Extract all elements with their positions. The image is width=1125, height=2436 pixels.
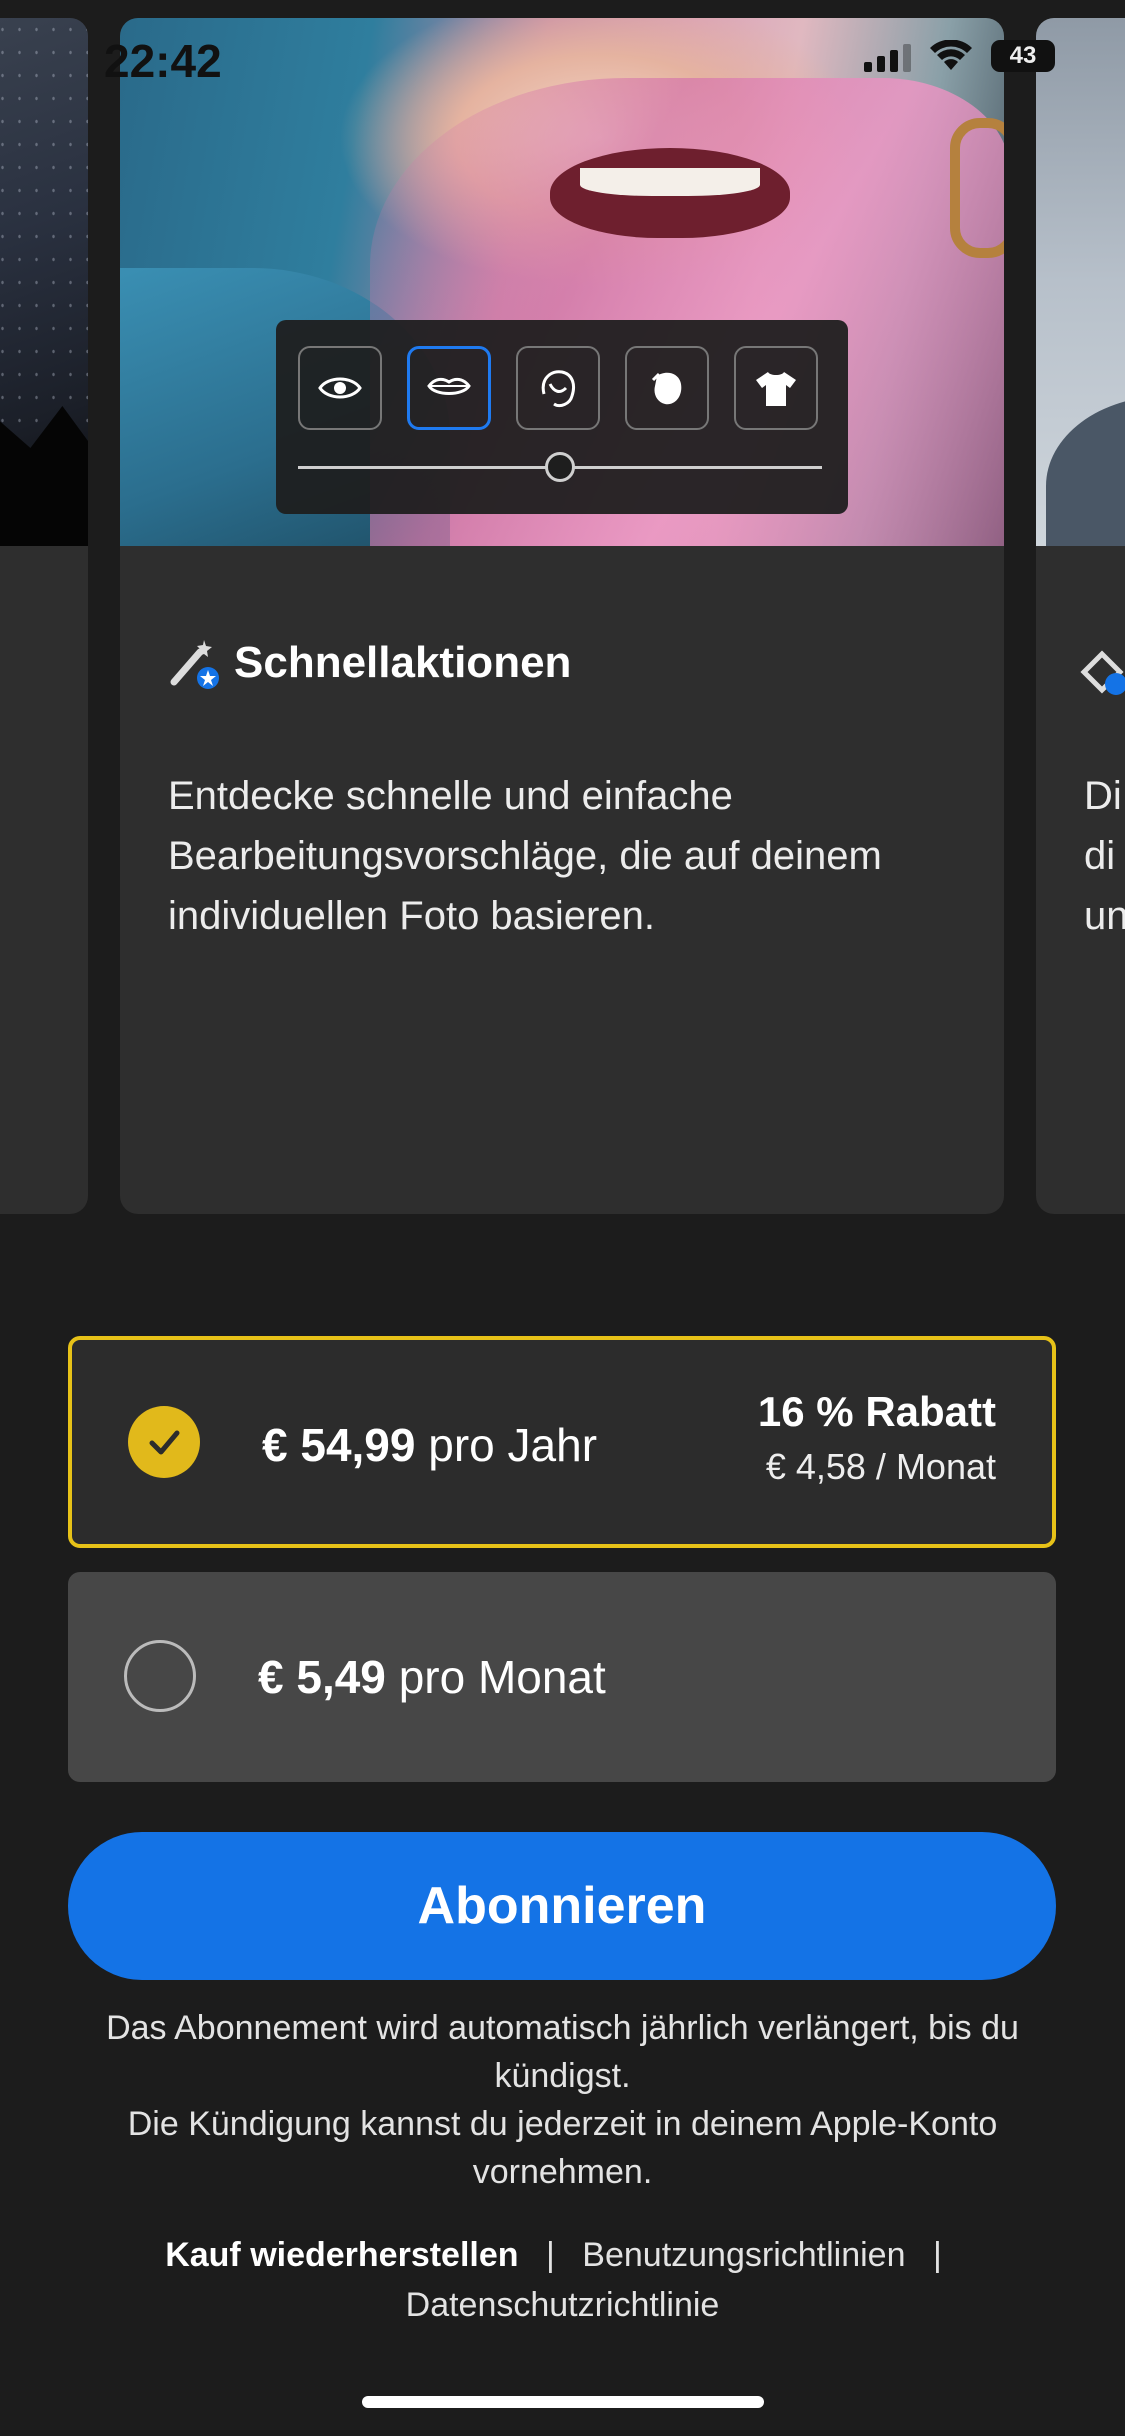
wifi-icon [930,40,972,70]
plan-option-monthly[interactable]: € 5,49 pro Monat [68,1572,1056,1782]
subscribe-button[interactable]: Abonnieren [68,1832,1056,1980]
feature-description: Entdecke schnelle und einfache Bearbeitu… [168,774,882,938]
eraser-icon [1080,650,1125,695]
yearly-price-amount: € 54,99 [262,1419,416,1471]
terms-link[interactable]: Benutzungsrichtlinien [582,2236,905,2274]
link-separator: | [932,2236,942,2274]
feature-description-peek: Di di un [1084,774,1125,938]
feature-title-text: Schnellaktionen [234,638,572,687]
battery-icon: 43 [991,40,1055,72]
status-icons: 43 [864,40,1055,72]
status-time: 22:42 [104,35,222,87]
discount-badge: 16 % Rabatt [757,1388,996,1435]
tool-face[interactable] [625,346,709,430]
cellular-signal-icon [864,40,911,72]
shirt-icon [756,372,796,406]
lips-icon [427,377,471,395]
monthly-equivalent: € 4,58 / Monat [765,1446,996,1487]
tool-hair[interactable] [516,346,600,430]
home-indicator[interactable] [362,2396,764,2408]
plan-option-yearly[interactable]: € 54,99 pro Jahr 16 % Rabatt € 4,58 / Mo… [68,1336,1056,1548]
magic-wand-icon [170,640,219,689]
face-icon [651,372,682,405]
monthly-price-amount: € 5,49 [258,1651,386,1703]
monthly-price-period: pro Monat [398,1651,606,1703]
intensity-slider-track[interactable] [298,452,822,482]
monthly-price: € 5,49 pro Monat [258,1650,606,1704]
link-separator: | [546,2236,555,2274]
checkmark-icon [149,1430,180,1455]
tool-clothing[interactable] [734,346,818,430]
yearly-discount: 16 % Rabatt € 4,58 / Monat [758,1388,996,1488]
tool-lips[interactable] [407,346,491,430]
status-bar: 22:42 43 [0,0,1125,120]
yearly-price-period: pro Jahr [428,1419,598,1471]
radio-unchecked[interactable] [124,1640,196,1712]
footer-links: Kauf wiederherstellen | Benutzungsrichtl… [80,2230,1045,2330]
restore-purchase-link[interactable]: Kauf wiederherstellen [165,2236,518,2274]
eye-icon [318,377,362,399]
tool-eye[interactable] [298,346,382,430]
privacy-link[interactable]: Datenschutzrichtlinie [406,2286,720,2324]
feature-card-previous[interactable] [0,18,88,1214]
feature-card-quick-actions[interactable]: Schnellaktionen Entdecke schnelle und ei… [120,18,1004,1214]
renewal-notice: Das Abonnement wird automatisch jährlich… [80,2004,1045,2196]
yearly-price: € 54,99 pro Jahr [262,1418,597,1472]
renewal-notice-line2: Die Kündigung kannst du jederzeit in dei… [127,2105,998,2191]
feature-card-next[interactable]: Di di un [1036,18,1125,1214]
intensity-slider-knob[interactable] [545,452,575,482]
quick-actions-toolbar [276,320,848,514]
radio-checked[interactable] [128,1406,200,1478]
renewal-notice-line1: Das Abonnement wird automatisch jährlich… [106,2009,1019,2095]
feature-title: Schnellaktionen [168,636,571,690]
hair-icon [541,370,576,408]
